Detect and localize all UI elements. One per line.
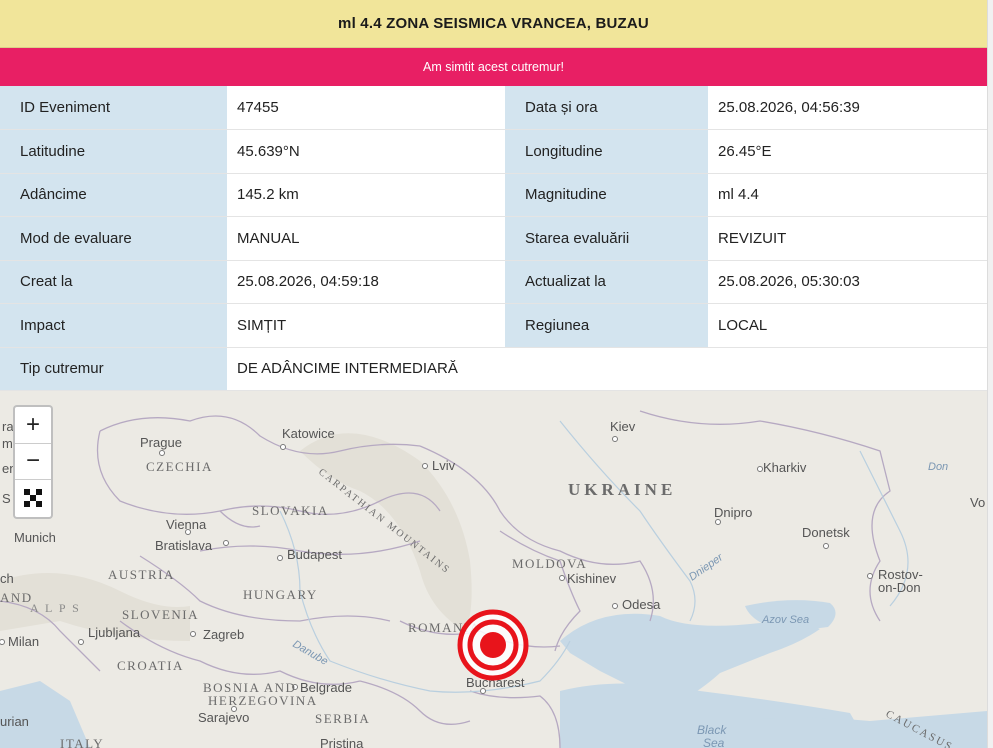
event-title: ml 4.4 ZONA SEISMICA VRANCEA, BUZAU <box>0 0 987 48</box>
label-slovenia: SLOVENIA <box>122 607 199 622</box>
label-vienna: Vienna <box>166 517 207 532</box>
label-dnieper: Dnieper <box>687 551 727 584</box>
label-hungary: HUNGARY <box>243 587 318 602</box>
latitude-label: Latitudine <box>0 129 227 174</box>
label-moldova: MOLDOVA <box>512 556 587 571</box>
label-kharkiv: Kharkiv <box>763 460 807 475</box>
label-lviv: Lviv <box>432 458 456 473</box>
label-pristina: Pristina <box>320 736 364 748</box>
table-row: Impact SIMȚIT Regiunea LOCAL <box>0 303 987 348</box>
datetime-label: Data și ora <box>505 86 708 130</box>
label-munich: Munich <box>14 530 56 545</box>
label-urian: urian <box>0 714 29 729</box>
table-row: Latitudine 45.639°N Longitudine 26.45°E <box>0 129 987 174</box>
impact-value: SIMȚIT <box>227 303 505 348</box>
label-and: AND <box>0 590 33 605</box>
label-dnipro: Dnipro <box>714 505 752 520</box>
evaluation-status-label: Starea evaluării <box>505 216 708 261</box>
magnitude-value: ml 4.4 <box>708 173 987 217</box>
depth-label: Adâncime <box>0 173 227 217</box>
label-alps: A L P S <box>30 601 81 615</box>
event-window: ml 4.4 ZONA SEISMICA VRANCEA, BUZAU Am s… <box>0 0 993 748</box>
created-value: 25.08.2026, 04:59:18 <box>227 260 505 304</box>
label-croatia: CROATIA <box>117 658 184 673</box>
label-azov: Azov Sea <box>761 614 809 626</box>
map-zoom-control: + − <box>13 405 53 519</box>
longitude-label: Longitudine <box>505 129 708 174</box>
event-id-label: ID Eveniment <box>0 86 227 130</box>
label-czechia: CZECHIA <box>146 459 213 474</box>
table-row: Creat la 25.08.2026, 04:59:18 Actualizat… <box>0 260 987 304</box>
label-rostov-2: on-Don <box>878 580 921 595</box>
table-row: Mod de evaluare MANUAL Starea evaluării … <box>0 216 987 261</box>
latitude-value: 45.639°N <box>227 129 505 174</box>
label-ljubljana: Ljubljana <box>88 625 141 640</box>
longitude-value: 26.45°E <box>708 129 987 174</box>
label-sarajevo: Sarajevo <box>198 710 249 725</box>
label-ukraine: UKRAINE <box>568 480 676 499</box>
label-serbia: SERBIA <box>315 711 370 726</box>
label-black-sea-2: Sea <box>703 736 725 748</box>
updated-value: 25.08.2026, 05:30:03 <box>708 260 987 304</box>
quake-type-value: DE ADÂNCIME INTERMEDIARĂ <box>227 347 987 391</box>
created-label: Creat la <box>0 260 227 304</box>
map-canvas[interactable]: Prague Katowice Lviv Kiev Kharkiv Vienna… <box>0 391 987 748</box>
evaluation-status-value: REVIZUIT <box>708 216 987 261</box>
depth-value: 145.2 km <box>227 173 505 217</box>
label-italy: ITALY <box>60 736 104 748</box>
label-milan: Milan <box>8 634 39 649</box>
map-view[interactable]: Prague Katowice Lviv Kiev Kharkiv Vienna… <box>0 391 987 748</box>
label-austria: AUSTRIA <box>108 567 175 582</box>
label-bratislava: Bratislava <box>155 538 213 553</box>
label-odesa: Odesa <box>622 597 661 612</box>
impact-label: Impact <box>0 303 227 348</box>
evaluation-mode-value: MANUAL <box>227 216 505 261</box>
quake-type-label: Tip cutremur <box>0 347 227 391</box>
label-budapest: Budapest <box>287 547 342 562</box>
label-herzegovina: HERZEGOVINA <box>208 693 318 708</box>
magnitude-label: Magnitudine <box>505 173 708 217</box>
label-donetsk: Donetsk <box>802 525 850 540</box>
fullscreen-button[interactable] <box>15 480 51 517</box>
table-row: Tip cutremur DE ADÂNCIME INTERMEDIARĂ <box>0 347 987 391</box>
label-vo: Vo <box>970 495 985 510</box>
label-black-sea: Black <box>697 723 727 737</box>
zoom-out-button[interactable]: − <box>15 444 51 481</box>
event-card: ml 4.4 ZONA SEISMICA VRANCEA, BUZAU Am s… <box>0 0 987 391</box>
scrollbar[interactable] <box>987 0 993 748</box>
label-kishinev: Kishinev <box>567 571 617 586</box>
label-danube: Danube <box>291 638 330 668</box>
updated-label: Actualizat la <box>505 260 708 304</box>
label-m: m <box>2 436 13 451</box>
region-value: LOCAL <box>708 303 987 348</box>
datetime-value: 25.08.2026, 04:56:39 <box>708 86 987 130</box>
label-katowice: Katowice <box>282 426 335 441</box>
epicenter-marker[interactable] <box>457 609 529 681</box>
zoom-in-button[interactable]: + <box>15 407 51 444</box>
label-ch: ch <box>0 571 14 586</box>
label-prague: Prague <box>140 435 182 450</box>
event-details-table: ID Eveniment 47455 Data și ora 25.08.202… <box>0 86 987 391</box>
event-id-value: 47455 <box>227 86 505 130</box>
region-label: Regiunea <box>505 303 708 348</box>
label-slovakia: SLOVAKIA <box>252 503 329 518</box>
label-kiev: Kiev <box>610 419 636 434</box>
label-zagreb: Zagreb <box>203 627 244 642</box>
label-don: Don <box>928 461 948 473</box>
evaluation-mode-label: Mod de evaluare <box>0 216 227 261</box>
table-row: Adâncime 145.2 km Magnitudine ml 4.4 <box>0 173 987 217</box>
fullscreen-icon <box>24 489 42 508</box>
felt-it-button[interactable]: Am simtit acest cutremur! <box>0 48 987 86</box>
table-row: ID Eveniment 47455 Data și ora 25.08.202… <box>0 86 987 130</box>
